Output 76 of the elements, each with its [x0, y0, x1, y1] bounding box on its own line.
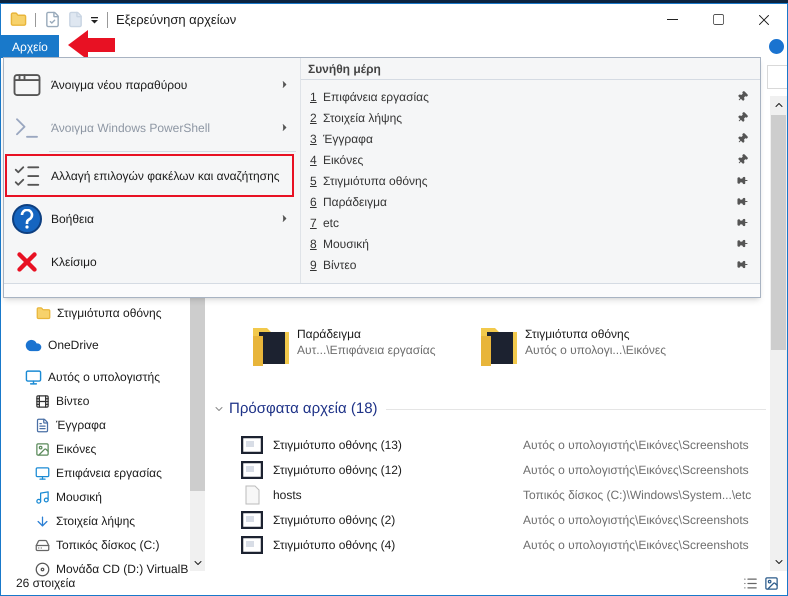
arrow-drawing	[68, 30, 116, 60]
nav-item[interactable]: Στιγμιότυπα οθόνης	[1, 301, 190, 325]
folder-location: Αυτός ο υπολογι...\Εικόνες	[525, 342, 666, 358]
window-title: Εξερεύνηση αρχείων	[116, 10, 236, 29]
drive-icon	[35, 538, 50, 552]
item-count: 26 στοιχεία	[16, 575, 76, 592]
recent-place[interactable]: 5 Στιγμιότυπα οθόνης	[301, 170, 760, 191]
scrollbar[interactable]	[770, 96, 787, 571]
pin-icon[interactable]	[737, 196, 748, 207]
recent-place[interactable]: 1 Επιφάνεια εργασίας	[301, 86, 760, 107]
image-icon	[35, 442, 50, 456]
pin-icon[interactable]	[737, 259, 748, 270]
nav-item[interactable]: Τοπικός δίσκος (C:)	[1, 533, 190, 557]
file-location: Αυτός ο υπολογιστής\Εικόνες\Screenshots	[523, 437, 749, 454]
music-icon	[35, 490, 50, 504]
folder-location: Αυτ...\Επιφάνεια εργασίας	[297, 342, 436, 358]
recent-place[interactable]: 3 Έγγραφα	[301, 128, 760, 149]
maximize-icon	[712, 13, 724, 26]
computer-icon	[25, 368, 42, 386]
screenshot-icon	[241, 536, 263, 554]
section-heading: Πρόσφατα αρχεία (18)	[229, 399, 378, 419]
section-heading: Συνήθη μέρη	[308, 60, 381, 78]
nav-item[interactable]: Εικόνες	[1, 437, 190, 461]
nav-item[interactable]: Βίντεο	[1, 389, 190, 413]
file-name: Στιγμιότυπο οθόνης (4)	[273, 537, 396, 554]
screenshot-icon	[241, 511, 263, 529]
file-row[interactable]: Στιγμιότυπο οθόνης (4) Αυτός ο υπολογιστής\Εικόνες\Screenshots	[213, 532, 770, 558]
file-name: Στιγμιότυπο οθόνης (12)	[273, 462, 403, 479]
menu-item[interactable]: Αλλαγή επιλογών φακέλων και αναζήτησης	[5, 154, 294, 197]
pin-icon[interactable]	[737, 175, 748, 186]
recent-place[interactable]: 9 Βίντεο	[301, 254, 760, 275]
recent-place[interactable]: 6 Παράδειγμα	[301, 191, 760, 212]
file-location: Αυτός ο υπολογιστής\Εικόνες\Screenshots	[523, 512, 749, 529]
folder-tile[interactable]: Στιγμιότυπα οθόνης Αυτός ο υπολογι...\Εικόνες	[479, 324, 749, 376]
nav-item[interactable]: Έγγραφα	[1, 413, 190, 437]
folder-name: Στιγμιότυπα οθόνης	[525, 326, 630, 342]
file-location: Αυτός ο υπολογιστής\Εικόνες\Screenshots	[523, 462, 749, 479]
large-icons-view-icon[interactable]	[764, 576, 779, 590]
folder-icon	[36, 306, 51, 320]
file-row[interactable]: Στιγμιότυπο οθόνης (2) Αυτός ο υπολογιστής\Εικόνες\Screenshots	[213, 508, 770, 532]
file-row[interactable]: Στιγμιότυπο οθόνης (12) Αυτός ο υπολογιστής\Εικόνες\Screenshots	[213, 458, 770, 482]
dropdown-caret-icon[interactable]	[90, 16, 99, 24]
file-location: Αυτός ο υπολογιστής\Εικόνες\Screenshots	[523, 537, 749, 554]
file-name: Στιγμιότυπο οθόνης (2)	[273, 512, 396, 529]
screenshot-icon	[241, 436, 263, 454]
recent-place[interactable]: 4 Εικόνες	[301, 149, 760, 170]
file-tab[interactable]: Αρχείο	[1, 35, 59, 58]
recent-place[interactable]: 8 Μουσική	[301, 233, 760, 254]
nav-item[interactable]: Στοιχεία λήψης	[1, 509, 190, 533]
file-row[interactable]: hosts Τοπικός δίσκος (C:)\Windows\System...\etc	[213, 482, 770, 508]
document-icon	[35, 418, 50, 432]
details-view-icon[interactable]	[743, 576, 758, 590]
recent-place[interactable]: 7 etc	[301, 212, 760, 233]
pin-icon[interactable]	[737, 217, 748, 228]
disc-icon	[35, 562, 50, 576]
menu-item[interactable]: Κλείσιμο	[5, 240, 296, 283]
nav-item[interactable]: Επιφάνεια εργασίας	[1, 461, 190, 485]
nav-item[interactable]: OneDrive	[1, 333, 190, 357]
menu-item[interactable]: Βοήθεια	[5, 197, 296, 240]
pin-icon[interactable]	[737, 238, 748, 249]
folder-name: Παράδειγμα	[297, 326, 362, 342]
film-icon	[35, 394, 50, 408]
screenshot-icon	[241, 461, 263, 479]
file-name: hosts	[273, 487, 303, 504]
nav-item[interactable]: Μουσική	[1, 485, 190, 509]
menu-item[interactable]: Άνοιγμα νέου παραθύρου	[5, 63, 296, 106]
file-name: Στιγμιότυπο οθόνης (13)	[273, 437, 403, 454]
search-field[interactable]	[767, 65, 787, 89]
folder-tile[interactable]: Παράδειγμα Αυτ...\Επιφάνεια εργασίας	[251, 324, 479, 376]
file-row[interactable]: Στιγμιότυπο οθόνης (13) Αυτός ο υπολογιστής\Εικόνες\Screenshots	[213, 432, 770, 458]
minimize-icon	[666, 19, 678, 20]
nav-item[interactable]: Αυτός ο υπολογιστής	[1, 365, 190, 389]
file-location: Τοπικός δίσκος (C:)\Windows\System...\etc	[523, 487, 752, 504]
download-icon	[35, 514, 50, 528]
recent-place[interactable]: 2 Στοιχεία λήψης	[301, 107, 760, 128]
desktop-icon	[35, 466, 50, 480]
